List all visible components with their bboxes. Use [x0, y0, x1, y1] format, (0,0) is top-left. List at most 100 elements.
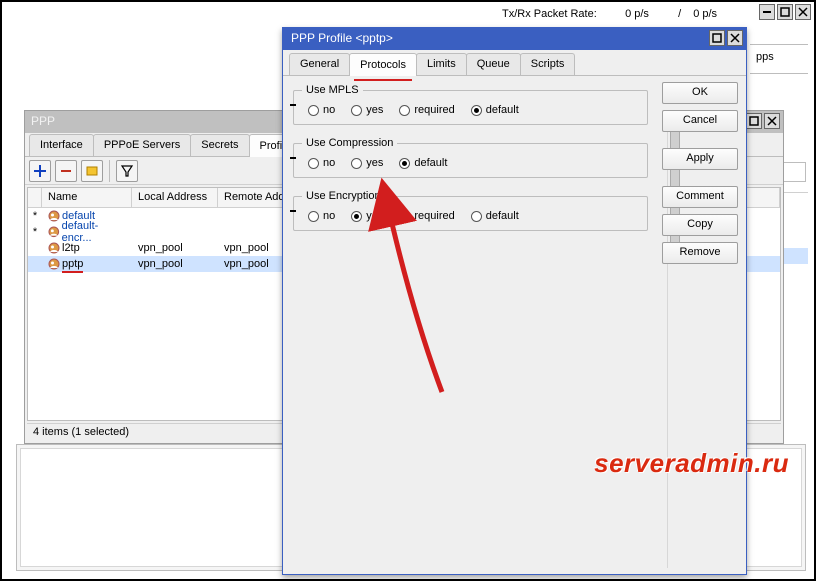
radio-dot-icon: [351, 158, 362, 169]
col-local-address[interactable]: Local Address: [132, 188, 218, 207]
profile-icon: [48, 226, 60, 238]
radio-label: no: [323, 210, 335, 222]
radio-no[interactable]: no: [308, 210, 335, 222]
dialog-tabstrip: GeneralProtocolsLimitsQueueScripts: [283, 50, 746, 76]
group-use-mpls: Use MPLS no yes required default: [293, 84, 648, 125]
col-name[interactable]: Name: [42, 188, 132, 207]
dialog-sidebar: OK Cancel Apply Comment Copy Remove: [662, 82, 738, 264]
comment-button[interactable]: Comment: [662, 186, 738, 208]
radio-dot-icon: [351, 105, 362, 116]
radio-label: default: [414, 157, 447, 169]
row-name-text: l2tp: [62, 242, 80, 254]
dialog-tab-queue[interactable]: Queue: [466, 53, 521, 75]
row-name-text: pptp: [62, 258, 83, 270]
dialog-tab-limits[interactable]: Limits: [416, 53, 467, 75]
bg-strip: pps: [750, 44, 808, 74]
remove-button[interactable]: Remove: [662, 242, 738, 264]
radio-yes[interactable]: yes: [351, 104, 383, 116]
radio-group: no yes required default: [302, 210, 639, 222]
toolbar-separator: [109, 160, 110, 182]
radio-default[interactable]: default: [399, 157, 447, 169]
notes-button[interactable]: [81, 160, 103, 182]
radio-required[interactable]: required: [399, 104, 454, 116]
dialog-title-text: PPP Profile <pptp>: [291, 31, 393, 45]
radio-dot-icon: [308, 105, 319, 116]
radio-no[interactable]: no: [308, 157, 335, 169]
maximize-icon[interactable]: [709, 30, 725, 46]
apply-button[interactable]: Apply: [662, 148, 738, 170]
row-local-address: [132, 215, 218, 217]
radio-yes[interactable]: yes: [351, 210, 383, 222]
ppp-tab-interface[interactable]: Interface: [29, 134, 94, 156]
dialog-tab-scripts[interactable]: Scripts: [520, 53, 576, 75]
bg-rate-tx: 0 p/s: [625, 8, 675, 20]
radio-no[interactable]: no: [308, 104, 335, 116]
group-use-encryption: Use Encryption no yes required default: [293, 190, 648, 231]
minimize-icon[interactable]: [759, 4, 775, 20]
maximize-icon[interactable]: [746, 113, 762, 129]
close-icon[interactable]: [764, 113, 780, 129]
ppp-tab-pppoe-servers[interactable]: PPPoE Servers: [93, 134, 191, 156]
radio-default[interactable]: default: [471, 104, 519, 116]
watermark: serveradmin.ru: [594, 448, 789, 479]
dialog-tab-protocols[interactable]: Protocols: [349, 53, 417, 76]
radio-dot-icon: [399, 211, 410, 222]
bg-rate-rx: 0 p/s: [693, 8, 733, 20]
cancel-button[interactable]: Cancel: [662, 110, 738, 132]
profile-icon: [48, 258, 60, 270]
profile-dialog: PPP Profile <pptp> GeneralProtocolsLimit…: [282, 27, 747, 575]
row-star: *: [28, 226, 42, 238]
add-button[interactable]: [29, 160, 51, 182]
radio-required[interactable]: required: [399, 210, 454, 222]
group-legend: Use MPLS: [302, 84, 363, 96]
radio-label: required: [414, 210, 454, 222]
dialog-body: Use MPLSnoyesrequireddefaultUse Compress…: [283, 76, 746, 574]
radio-yes[interactable]: yes: [351, 157, 383, 169]
row-name: l2tp: [42, 241, 132, 255]
ok-button[interactable]: OK: [662, 82, 738, 104]
row-star: *: [28, 210, 42, 222]
minus-icon[interactable]: [290, 210, 296, 212]
ppp-tab-secrets[interactable]: Secrets: [190, 134, 249, 156]
radio-label: default: [486, 104, 519, 116]
radio-label: no: [323, 104, 335, 116]
radio-group: no yes default: [302, 157, 639, 169]
copy-button[interactable]: Copy: [662, 214, 738, 236]
minus-icon[interactable]: [290, 157, 296, 159]
radio-default[interactable]: default: [471, 210, 519, 222]
row-local-address: vpn_pool: [132, 241, 218, 255]
radio-dot-icon: [399, 158, 410, 169]
bg-pps: pps: [756, 51, 774, 63]
close-icon[interactable]: [727, 30, 743, 46]
radio-label: no: [323, 157, 335, 169]
dialog-tab-general[interactable]: General: [289, 53, 350, 75]
radio-dot-icon: [471, 105, 482, 116]
maximize-icon[interactable]: [777, 4, 793, 20]
status-text: 4 items (1 selected): [33, 426, 129, 438]
radio-dot-icon: [351, 211, 362, 222]
bg-rate-slash: /: [678, 8, 690, 20]
bg-window-buttons: [759, 4, 811, 20]
profile-icon: [48, 242, 60, 254]
filter-button[interactable]: [116, 160, 138, 182]
row-local-address: [132, 231, 218, 233]
group-use-compression: Use Compressionnoyesdefault: [293, 137, 648, 178]
radio-label: yes: [366, 210, 383, 222]
radio-dot-icon: [308, 211, 319, 222]
remove-button[interactable]: [55, 160, 77, 182]
minus-icon[interactable]: [290, 104, 296, 106]
dialog-titlebar[interactable]: PPP Profile <pptp>: [283, 28, 746, 50]
col-star[interactable]: [28, 188, 42, 207]
radio-dot-icon: [471, 211, 482, 222]
close-icon[interactable]: [795, 4, 811, 20]
radio-label: required: [414, 104, 454, 116]
radio-dot-icon: [399, 105, 410, 116]
bg-rate-row: Tx/Rx Packet Rate: 0 p/s / 0 p/s: [502, 8, 799, 26]
ppp-title-text: PPP: [31, 114, 55, 128]
radio-label: default: [486, 210, 519, 222]
dialog-form: Use MPLSnoyesrequireddefaultUse Compress…: [293, 84, 656, 566]
dialog-window-buttons: [709, 30, 743, 46]
group-legend: Use Encryption: [302, 190, 385, 202]
row-local-address: vpn_pool: [132, 257, 218, 271]
radio-group: no yes required default: [302, 104, 639, 116]
